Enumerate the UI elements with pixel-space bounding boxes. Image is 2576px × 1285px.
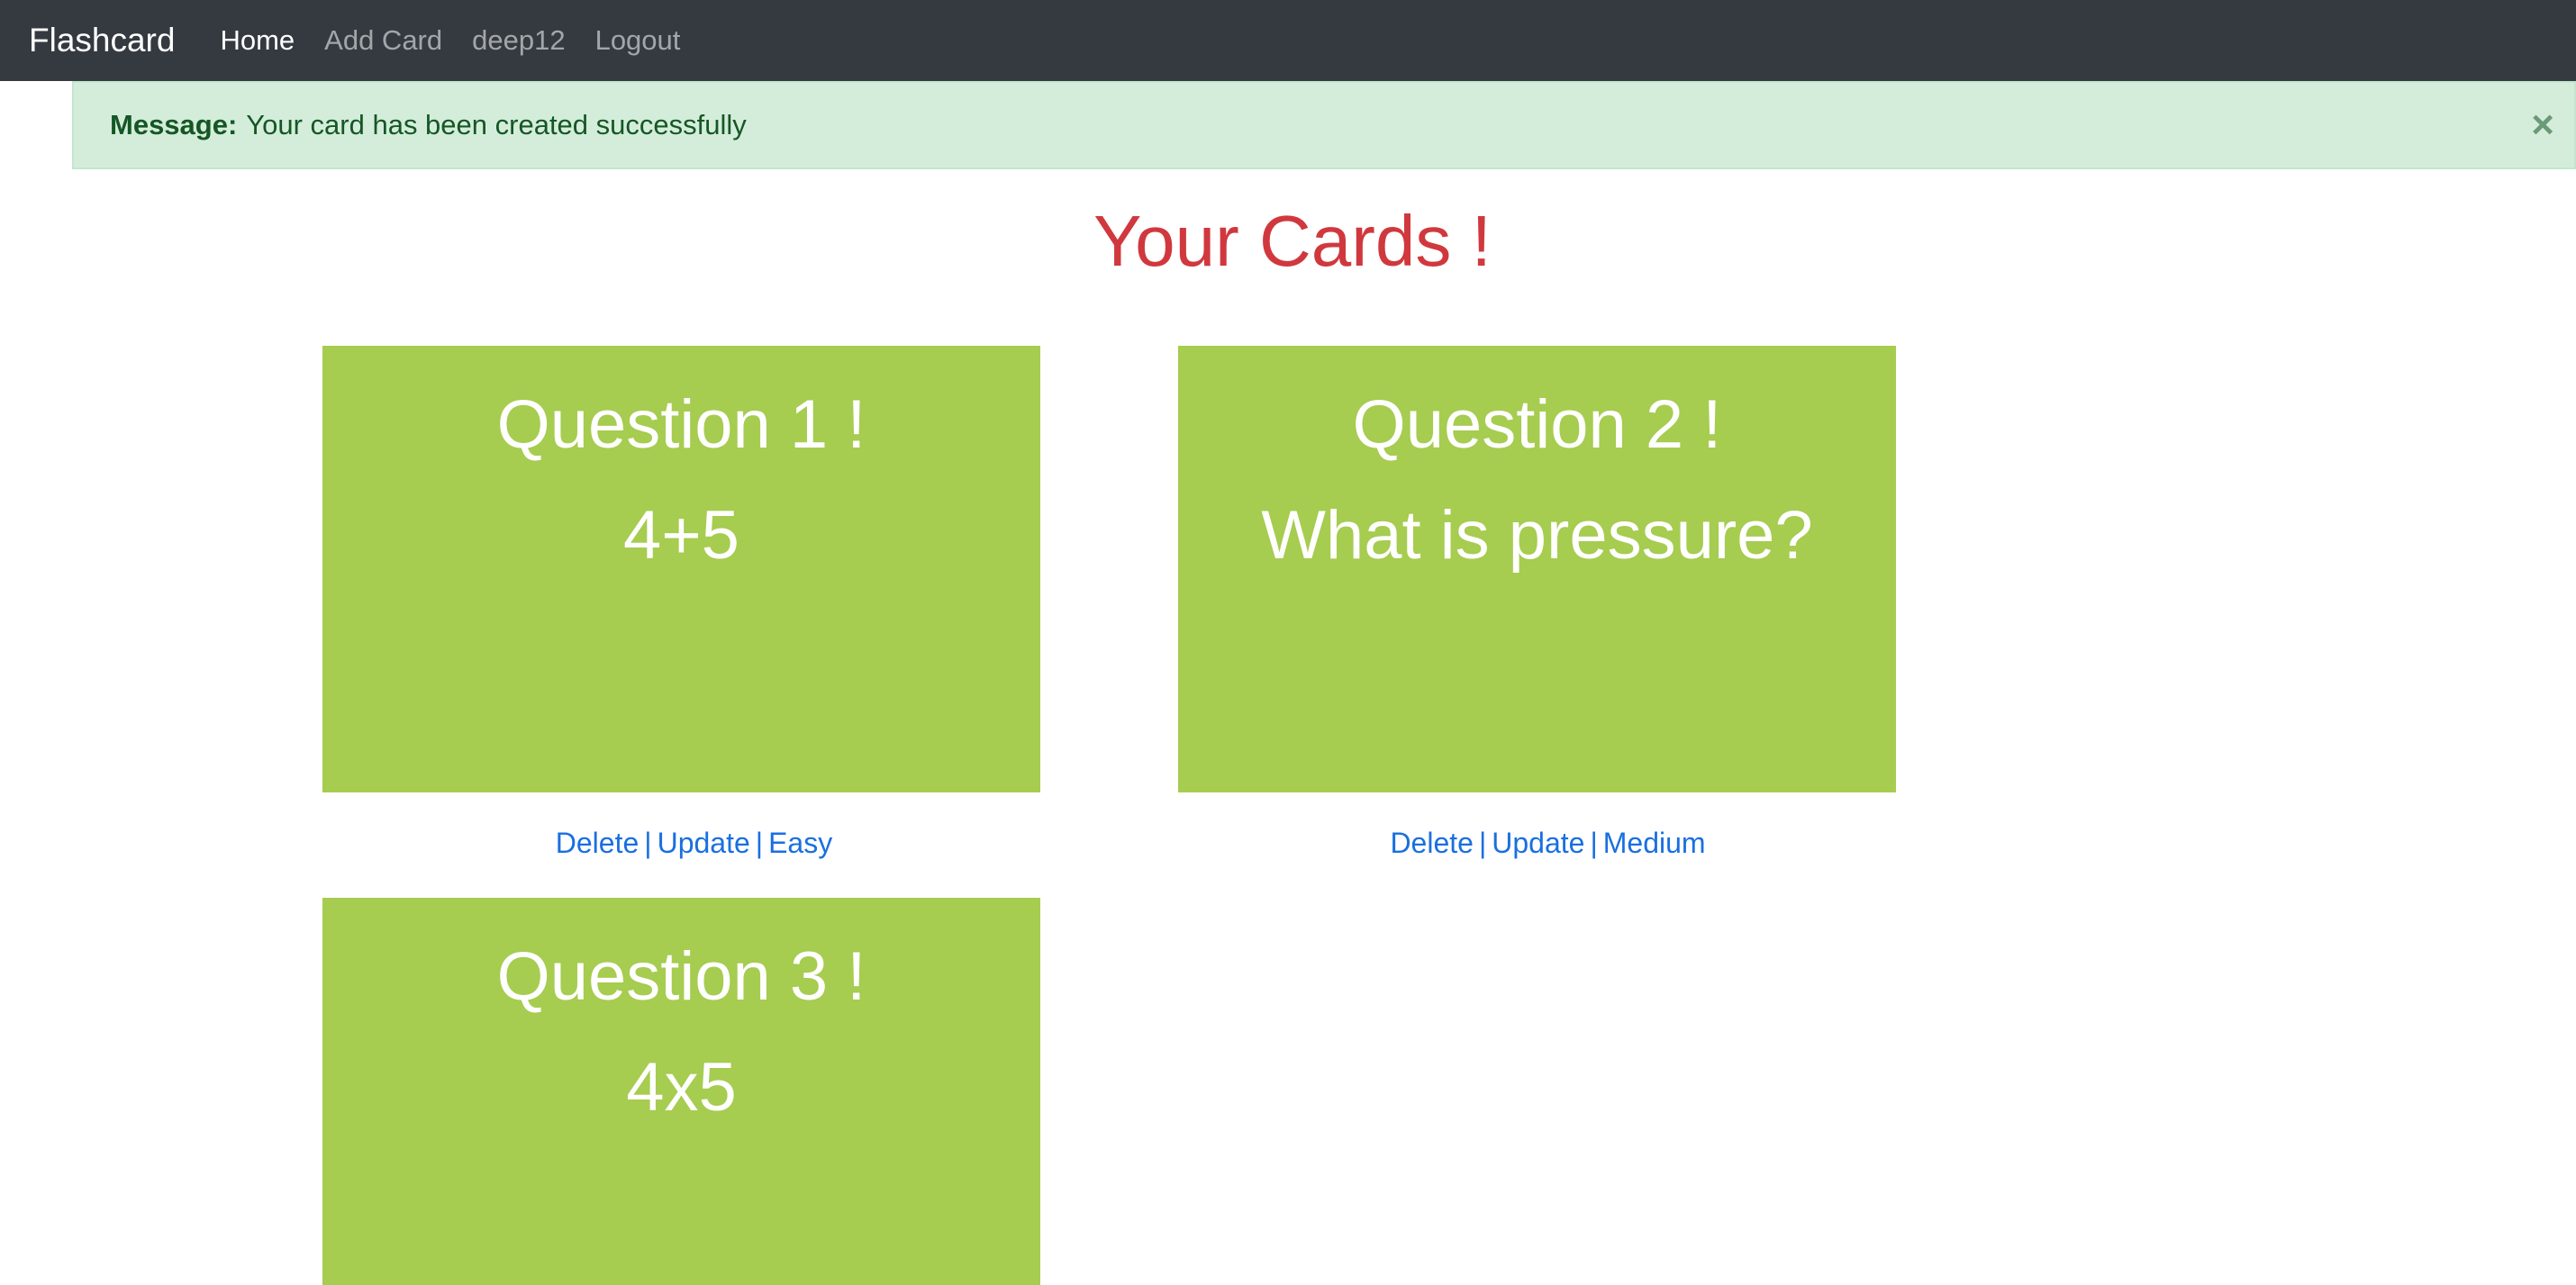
card-question: 4+5 bbox=[623, 497, 739, 574]
nav-link-logout[interactable]: Logout bbox=[595, 24, 681, 57]
nav-link-add-card[interactable]: Add Card bbox=[324, 24, 442, 57]
page-title: Your Cards ! bbox=[1093, 201, 1492, 281]
flashcard-3[interactable]: Question 3 ! 4x5 bbox=[322, 898, 1040, 1285]
card-title: Question 2 ! bbox=[1352, 386, 1722, 463]
card-question: 4x5 bbox=[626, 1049, 737, 1126]
card-title: Question 3 ! bbox=[496, 938, 866, 1015]
flashcard-2[interactable]: Question 2 ! What is pressure? bbox=[1178, 346, 1896, 792]
alert-message: Your card has been created successfully bbox=[246, 109, 747, 140]
update-link[interactable]: Update bbox=[658, 827, 750, 859]
flashcard-1[interactable]: Question 1 ! 4+5 bbox=[322, 346, 1040, 792]
delete-link[interactable]: Delete bbox=[556, 827, 639, 859]
separator: | bbox=[1590, 827, 1598, 859]
close-icon[interactable]: × bbox=[2531, 105, 2554, 145]
navbar: Flashcard Home Add Card deep12 Logout bbox=[0, 0, 2576, 81]
card-title: Question 1 ! bbox=[496, 386, 866, 463]
difficulty-link[interactable]: Medium bbox=[1603, 827, 1706, 859]
separator: | bbox=[644, 827, 652, 859]
delete-link[interactable]: Delete bbox=[1390, 827, 1474, 859]
separator: | bbox=[1478, 827, 1487, 859]
separator: | bbox=[755, 827, 764, 859]
alert-label: Message: bbox=[110, 109, 238, 140]
brand-link[interactable]: Flashcard bbox=[29, 22, 175, 59]
nav-link-username[interactable]: deep12 bbox=[472, 24, 565, 57]
update-link[interactable]: Update bbox=[1492, 827, 1584, 859]
difficulty-link[interactable]: Easy bbox=[768, 827, 832, 859]
card-actions-1: Delete | Update | Easy bbox=[335, 827, 1053, 860]
card-question: What is pressure? bbox=[1261, 497, 1813, 574]
nav-link-home[interactable]: Home bbox=[220, 24, 295, 57]
success-alert: Message: Your card has been created succ… bbox=[72, 81, 2576, 169]
card-actions-2: Delete | Update | Medium bbox=[1189, 827, 1907, 860]
